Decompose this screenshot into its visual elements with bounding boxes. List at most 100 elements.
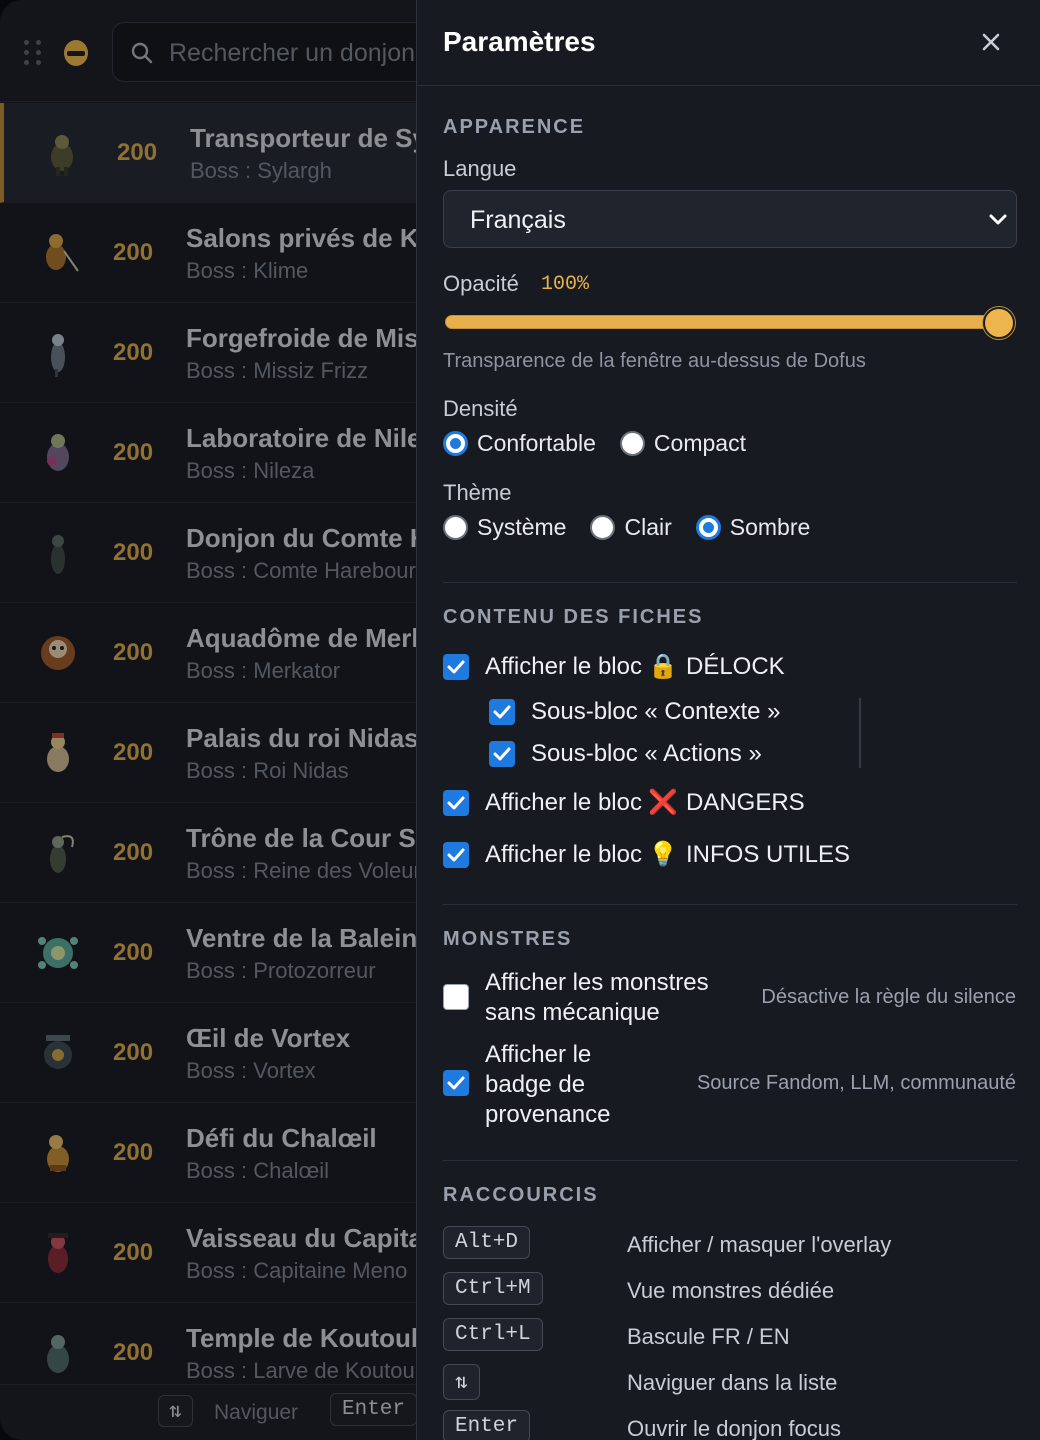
shortcut-row: Enter Ouvrir le donjon focus <box>443 1410 1017 1440</box>
shortcut-key: Ctrl+M <box>443 1272 543 1305</box>
dungeon-boss: Boss : Comte Harebourg <box>186 558 429 583</box>
boss-avatar-icon <box>47 1335 69 1373</box>
dungeon-boss: Boss : Klime <box>186 258 309 283</box>
boss-avatar-icon <box>44 1035 72 1069</box>
shortcut-row: Ctrl+M Vue monstres dédiée <box>443 1272 1017 1308</box>
dungeon-boss: Boss : Protozorreur <box>186 958 376 983</box>
shortcut-row: ⇅ Naviguer dans la liste <box>443 1364 1017 1400</box>
toggle-dangers-block[interactable]: Afficher le bloc ❌ DANGERS <box>443 788 805 817</box>
section-monsters-title: MONSTRES <box>443 928 573 950</box>
opacity-slider-thumb[interactable] <box>983 307 1015 339</box>
dungeon-name: Ventre de la Baleine <box>186 923 432 953</box>
cross-mark-icon: ❌ <box>647 789 678 816</box>
checkbox-checked <box>489 741 515 767</box>
checkbox-label: Sous-bloc « Contexte » <box>531 698 781 725</box>
opacity-slider-track[interactable] <box>445 315 1011 329</box>
toggle-no-mechanic-monsters[interactable]: Afficher les monstres sans mécanique <box>443 968 735 1028</box>
dungeon-boss: Boss : Sylargh <box>190 158 332 183</box>
dungeon-boss: Boss : Merkator <box>186 658 341 683</box>
dungeon-level: 200 <box>113 239 154 266</box>
section-appearance-title: APPARENCE <box>443 116 586 138</box>
density-option-confortable[interactable]: Confortable <box>443 430 596 457</box>
boss-avatar-icon <box>41 636 75 670</box>
toggle-infos-block[interactable]: Afficher le bloc 💡 INFOS UTILES <box>443 840 850 869</box>
section-content-title: CONTENU DES FICHES <box>443 606 704 628</box>
shortcut-key: Enter <box>443 1410 531 1440</box>
search-icon <box>131 42 153 64</box>
footer-nav-hint: ⇅ <box>158 1395 193 1427</box>
divider <box>443 582 1017 583</box>
theme-option-light[interactable]: Clair <box>590 514 672 541</box>
boss-avatar-icon <box>46 234 79 272</box>
opacity-label: Opacité <box>443 271 519 296</box>
close-icon <box>982 33 1000 51</box>
lock-icon: 🔒 <box>647 653 678 680</box>
radio-dot <box>443 431 468 456</box>
density-label: Densité <box>443 396 518 421</box>
dungeon-level: 200 <box>113 339 154 366</box>
opacity-value: 100% <box>541 273 590 296</box>
dungeon-level: 200 <box>113 639 154 666</box>
checkbox-checked <box>443 653 469 680</box>
divider <box>443 904 1017 905</box>
dungeon-level: 200 <box>113 539 154 566</box>
enter-key: Enter <box>330 1393 418 1426</box>
dungeon-boss: Boss : Roi Nidas <box>186 758 349 783</box>
toggle-source-badge[interactable]: Afficher le badge de provenance <box>443 1040 635 1130</box>
close-button[interactable] <box>973 24 1009 60</box>
radio-dot <box>590 515 616 540</box>
dungeon-boss: Boss : Nileza <box>186 458 315 483</box>
dungeon-name: Temple de Koutoulou <box>186 1323 450 1353</box>
shortcut-key: Alt+D <box>443 1226 531 1259</box>
language-value: Français <box>470 206 566 234</box>
boss-avatar-icon <box>38 937 78 969</box>
theme-option-system[interactable]: Système <box>443 514 566 541</box>
toggle-sub-actions[interactable]: Sous-bloc « Actions » <box>489 740 762 768</box>
boss-avatar-icon <box>47 1135 69 1172</box>
checkbox-label: Sous-bloc « Actions » <box>531 740 762 767</box>
dungeon-name: Œil de Vortex <box>186 1023 351 1053</box>
dungeon-level: 200 <box>113 739 154 766</box>
dungeon-boss: Boss : Vortex <box>186 1058 316 1083</box>
chevron-down-icon <box>989 214 1007 225</box>
theme-option-dark[interactable]: Sombre <box>695 514 810 541</box>
checkbox-label: Afficher le badge de provenance <box>485 1041 611 1128</box>
language-select[interactable]: Français <box>443 190 1017 248</box>
dungeon-level: 200 <box>113 1339 154 1366</box>
theme-radio-group: Système Clair Sombre <box>443 514 834 541</box>
shortcut-label: Bascule FR / EN <box>627 1324 790 1349</box>
shortcut-label: Afficher / masquer l'overlay <box>627 1232 892 1257</box>
radio-label: Clair <box>624 514 672 540</box>
dungeon-boss: Boss : Missiz Frizz <box>186 358 369 383</box>
density-option-compact[interactable]: Compact <box>619 430 746 457</box>
shortcut-row: Alt+D Afficher / masquer l'overlay <box>443 1226 1017 1262</box>
dungeon-boss: Boss : Chalœil <box>186 1158 330 1183</box>
nav-key: ⇅ <box>158 1395 193 1427</box>
shortcut-row: Ctrl+L Bascule FR / EN <box>443 1318 1017 1354</box>
dungeon-boss: Boss : Capitaine Meno <box>186 1258 408 1283</box>
no-mechanic-description: Désactive la règle du silence <box>761 986 1016 1008</box>
theme-label: Thème <box>443 480 512 505</box>
dungeon-level: 200 <box>113 1139 154 1166</box>
toggle-delock-block[interactable]: Afficher le bloc 🔒 DÉLOCK <box>443 652 785 681</box>
checkbox-label: Afficher le bloc 💡 INFOS UTILES <box>485 841 851 868</box>
boss-avatar-icon <box>51 334 65 377</box>
dungeon-level: 200 <box>113 1039 154 1066</box>
section-shortcuts-title: RACCOURCIS <box>443 1184 599 1206</box>
dungeon-level: 200 <box>113 839 154 866</box>
boss-avatar-icon <box>48 1233 68 1273</box>
drag-handle-icon[interactable] <box>24 40 42 66</box>
dungeon-name: Laboratoire de Nileza <box>186 423 449 453</box>
boss-avatar-icon <box>50 835 74 873</box>
dungeon-boss: Boss : Reine des Voleurs <box>186 858 432 883</box>
toggle-sub-context[interactable]: Sous-bloc « Contexte » <box>489 698 780 726</box>
radio-dot <box>695 515 721 540</box>
checkbox-unchecked <box>443 984 469 1010</box>
radio-dot <box>443 515 468 540</box>
shortcut-label: Ouvrir le donjon focus <box>627 1416 841 1440</box>
checkbox-label: Afficher le bloc ❌ DANGERS <box>485 789 805 816</box>
radio-label: Confortable <box>477 430 596 456</box>
footer-nav-label: Naviguer <box>214 1401 299 1424</box>
app-logo-icon <box>64 40 88 66</box>
checkbox-checked <box>443 789 469 816</box>
